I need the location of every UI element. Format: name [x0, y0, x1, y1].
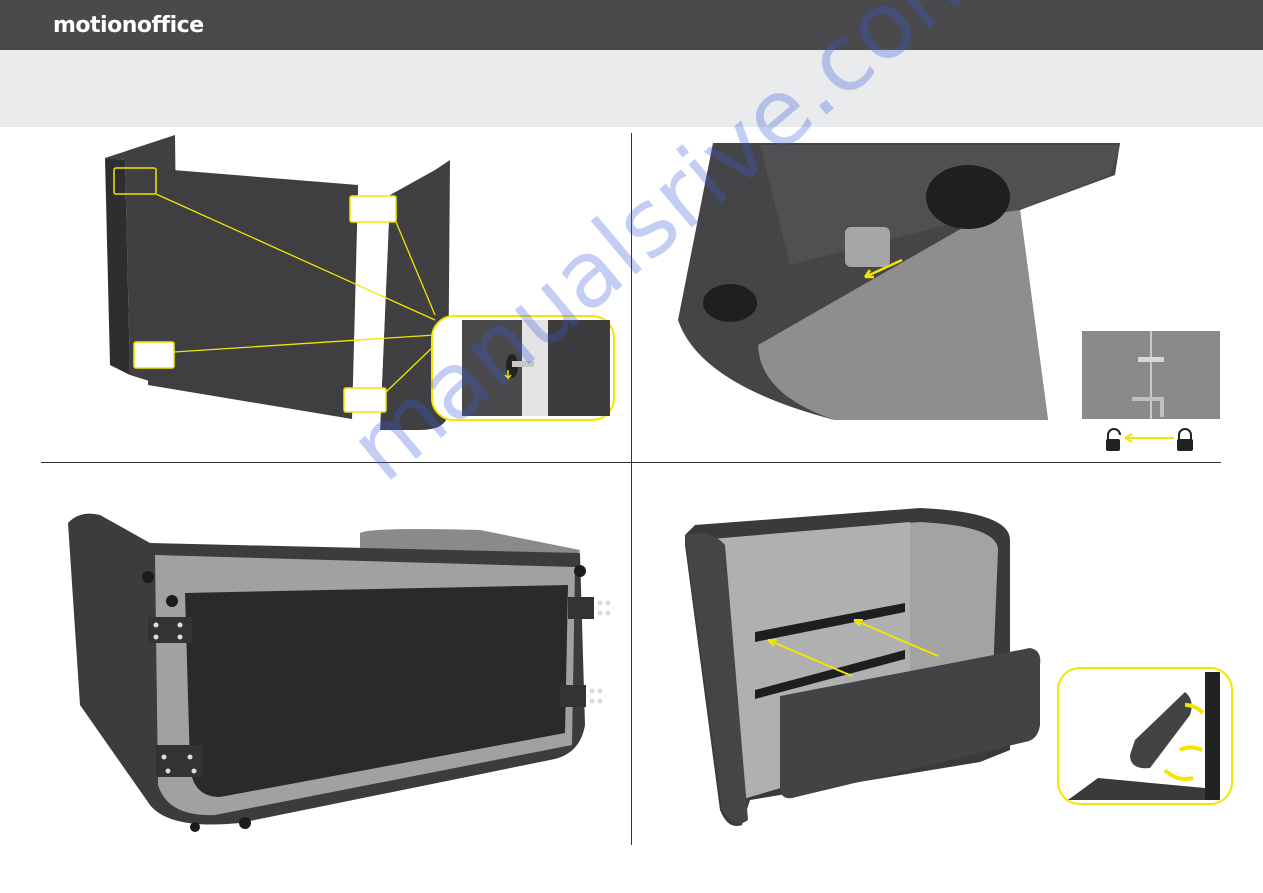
step-3-illustration	[68, 513, 611, 832]
step-4-illustration	[685, 508, 1233, 826]
locked-padlock-icon	[1177, 428, 1193, 451]
step-2-illustration	[678, 143, 1220, 451]
unlocked-padlock-icon	[1106, 428, 1121, 451]
instruction-band	[0, 50, 1263, 127]
header-bar: motionoffice	[0, 0, 1263, 50]
brand-logo: motionoffice	[53, 13, 204, 38]
horizontal-divider	[41, 462, 1221, 463]
step-1-illustration	[105, 135, 615, 430]
vertical-divider	[631, 133, 632, 845]
